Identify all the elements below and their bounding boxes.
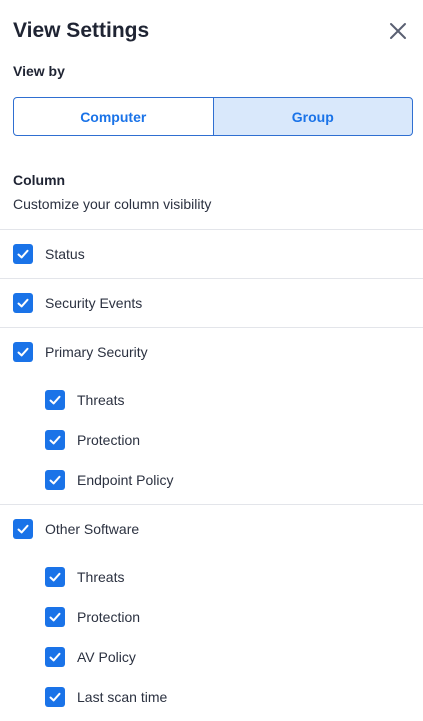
column-option-label: Security Events [45, 295, 143, 311]
column-option-group-2-child-1[interactable]: Protection [45, 429, 140, 451]
column-option-group-2[interactable]: Primary Security [13, 341, 148, 363]
column-option-label: Last scan time [77, 689, 168, 705]
checkmark-icon [49, 395, 61, 405]
close-icon [390, 23, 406, 39]
checkmark-icon [49, 692, 61, 702]
checkmark-icon [17, 347, 29, 357]
column-option-label: Protection [77, 609, 141, 625]
column-option-label: Primary Security [45, 344, 148, 360]
close-button[interactable] [386, 19, 410, 43]
checkmark-icon [49, 435, 61, 445]
column-option-group-3-child-2[interactable]: AV Policy [45, 646, 136, 668]
panel-title: View Settings [13, 19, 150, 42]
checkbox[interactable] [13, 519, 33, 539]
checkbox[interactable] [45, 390, 65, 410]
checkbox[interactable] [45, 647, 65, 667]
checkbox[interactable] [45, 567, 65, 587]
column-option-group-2-child-2[interactable]: Endpoint Policy [45, 469, 174, 491]
column-option-label: Threats [77, 569, 125, 585]
column-option-group-2-child-0[interactable]: Threats [45, 389, 124, 411]
section-divider [0, 229, 423, 230]
checkbox[interactable] [45, 430, 65, 450]
column-option-label: AV Policy [77, 649, 136, 665]
column-option-group-0[interactable]: Status [13, 243, 85, 265]
view-by-toggle: Computer Group [13, 97, 413, 136]
column-option-label: Endpoint Policy [77, 472, 174, 488]
column-description: Customize your column visibility [13, 196, 212, 212]
view-by-computer-button[interactable]: Computer [13, 97, 214, 136]
column-label: Column [13, 172, 66, 188]
section-divider [0, 278, 423, 279]
checkbox[interactable] [13, 293, 33, 313]
column-option-group-3-child-0[interactable]: Threats [45, 566, 124, 588]
checkmark-icon [49, 475, 61, 485]
column-option-label: Status [45, 246, 85, 262]
view-by-label: View by [13, 63, 65, 79]
section-divider [0, 327, 423, 328]
column-option-label: Protection [77, 432, 141, 448]
checkbox[interactable] [45, 470, 65, 490]
checkbox[interactable] [13, 342, 33, 362]
checkmark-icon [17, 524, 29, 534]
checkmark-icon [17, 298, 29, 308]
checkmark-icon [49, 612, 61, 622]
column-option-group-3-child-1[interactable]: Protection [45, 606, 140, 628]
checkmark-icon [49, 572, 61, 582]
column-option-group-3-child-3[interactable]: Last scan time [45, 686, 167, 708]
view-by-group-button[interactable]: Group [212, 97, 413, 136]
panel-header: View Settings [13, 17, 410, 45]
section-divider [0, 504, 423, 505]
checkmark-icon [49, 652, 61, 662]
column-option-label: Threats [77, 392, 125, 408]
checkbox[interactable] [13, 244, 33, 264]
checkmark-icon [17, 249, 29, 259]
checkbox[interactable] [45, 687, 65, 707]
column-option-group-1[interactable]: Security Events [13, 292, 142, 314]
column-option-label: Other Software [45, 521, 140, 537]
column-option-group-3[interactable]: Other Software [13, 518, 139, 540]
checkbox[interactable] [45, 607, 65, 627]
